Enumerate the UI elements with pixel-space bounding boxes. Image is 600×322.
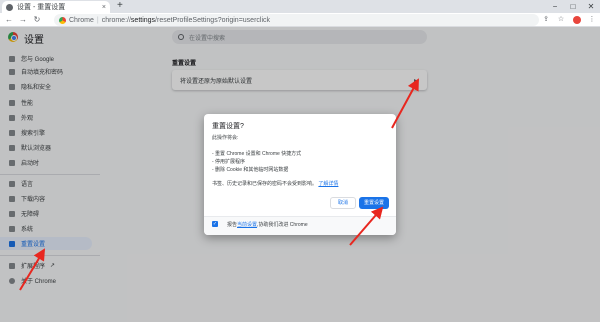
menu-icon[interactable]: ⋮ (587, 13, 597, 27)
share-icon[interactable]: ⇪ (541, 13, 551, 27)
address-bar[interactable]: Chrome | chrome:// settings /resetProfil… (54, 14, 539, 26)
report-checkbox[interactable]: ✓ (212, 221, 218, 227)
tab-close-icon[interactable]: × (102, 4, 106, 11)
tab-title: 设置 - 重置设置 (17, 4, 66, 11)
dialog-bullet: - 停用扩展程序 (212, 159, 246, 165)
dialog-title: 重置设置? (212, 123, 244, 130)
report-label: 报告当前设置,协助我们改进 Chrome (227, 221, 308, 228)
tab-strip: 设置 - 重置设置 × + − □ ✕ (0, 0, 600, 13)
maximize-button[interactable]: □ (564, 0, 582, 13)
dialog-note: 书签、历史记录和已保存的密码不会受到影响。 (212, 181, 318, 187)
current-settings-link[interactable]: 当前设置 (237, 222, 257, 228)
dialog-note-line: 书签、历史记录和已保存的密码不会受到影响。 了解详情 (212, 180, 338, 187)
report-suffix: ,协助我们改进 Chrome (257, 222, 308, 228)
dialog-intro: 此操作将会: (212, 135, 239, 141)
site-label: Chrome (69, 16, 94, 24)
reset-settings-button[interactable]: 重置设置 (359, 197, 389, 209)
dialog-bullet: - 删除 Cookie 和其他临时网站数据 (212, 167, 289, 173)
profile-avatar[interactable] (573, 16, 581, 24)
address-separator: | (96, 16, 99, 24)
forward-button[interactable]: → (17, 13, 29, 27)
back-button[interactable]: ← (3, 13, 15, 27)
dialog-bullet: - 重置 Chrome 设置和 Chrome 快捷方式 (212, 151, 302, 157)
tab-settings[interactable]: 设置 - 重置设置 × (2, 1, 110, 13)
minimize-button[interactable]: − (546, 0, 564, 13)
learn-more-link[interactable]: 了解详情 (318, 181, 338, 187)
cancel-button[interactable]: 取消 (330, 197, 356, 209)
settings-gear-icon (6, 3, 13, 11)
report-prefix: 报告 (227, 222, 238, 228)
browser-toolbar: ← → ↻ Chrome | chrome:// settings /reset… (0, 13, 600, 27)
reload-button[interactable]: ↻ (31, 13, 43, 27)
new-tab-button[interactable]: + (117, 0, 123, 12)
star-icon[interactable]: ☆ (556, 13, 566, 27)
url-prefix: chrome:// (101, 16, 131, 24)
url-host: settings (130, 16, 156, 24)
url-path: /resetProfileSettings?origin=userclick (155, 16, 271, 24)
chrome-icon (59, 16, 66, 24)
close-window-button[interactable]: ✕ (582, 0, 600, 13)
